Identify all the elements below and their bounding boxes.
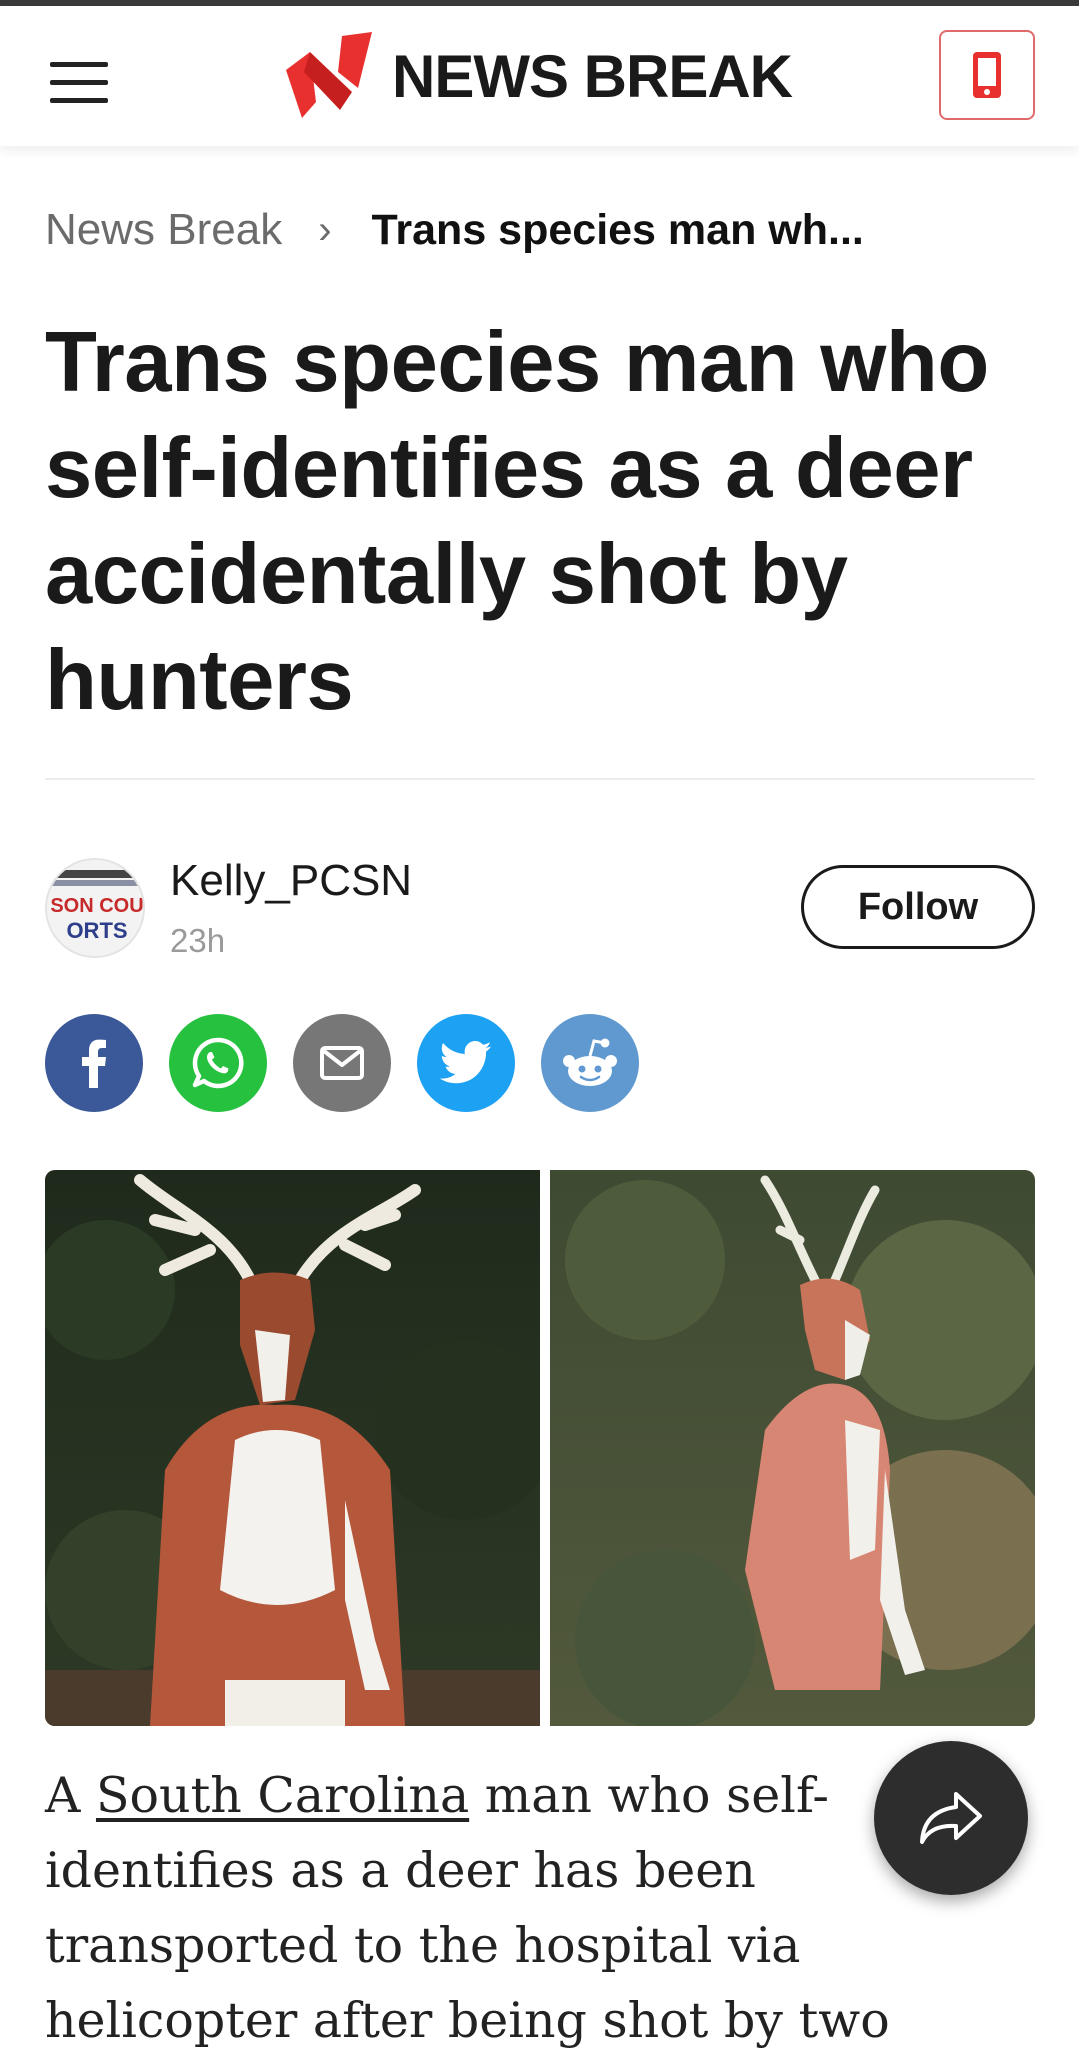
twitter-icon	[439, 1041, 492, 1084]
title-divider	[45, 778, 1035, 780]
breadcrumb: News Break › Trans species man wh...	[45, 200, 864, 260]
share-whatsapp-button[interactable]	[169, 1014, 267, 1112]
mobile-phone-icon	[973, 52, 1001, 98]
share-facebook-button[interactable]	[45, 1014, 143, 1112]
reddit-icon	[563, 1038, 617, 1086]
facebook-icon	[82, 1039, 106, 1088]
author-avatar[interactable]: SON COU ORTS	[45, 858, 145, 958]
news-break-logo-icon	[286, 32, 372, 118]
email-icon	[320, 1046, 364, 1080]
hamburger-menu-icon[interactable]	[50, 62, 108, 104]
post-timestamp: 23h	[170, 922, 226, 959]
chevron-right-icon: ›	[318, 207, 332, 252]
svg-text:SON COU: SON COU	[50, 895, 143, 917]
deer-costume-photo	[45, 1170, 1035, 1726]
top-app-bar: NEWS BREAK	[0, 6, 1079, 146]
breadcrumb-home-link[interactable]: News Break	[45, 205, 282, 255]
article-title: Trans species man who self-identifies as…	[45, 315, 989, 728]
author-avatar-image: SON COU ORTS	[47, 860, 143, 956]
brand-name: NEWS BREAK	[392, 43, 793, 110]
brand-logo[interactable]: NEWS BREAK	[282, 32, 793, 122]
breadcrumb-current: Trans species man wh...	[371, 205, 864, 254]
south-carolina-link[interactable]: South Carolina	[96, 1767, 469, 1824]
svg-text:ORTS: ORTS	[66, 918, 127, 943]
share-arrow-icon	[920, 1792, 982, 1844]
share-email-button[interactable]	[293, 1014, 391, 1112]
article-hero-image[interactable]	[45, 1170, 1035, 1726]
whatsapp-icon	[192, 1037, 244, 1089]
follow-button[interactable]: Follow	[801, 865, 1035, 949]
share-reddit-button[interactable]	[541, 1014, 639, 1112]
open-app-button[interactable]	[939, 30, 1035, 120]
author-name[interactable]: Kelly_PCSN	[170, 856, 412, 906]
share-twitter-button[interactable]	[417, 1014, 515, 1112]
share-buttons	[45, 1014, 665, 1112]
body-text-start: A	[45, 1767, 96, 1824]
floating-share-button[interactable]	[874, 1741, 1028, 1895]
